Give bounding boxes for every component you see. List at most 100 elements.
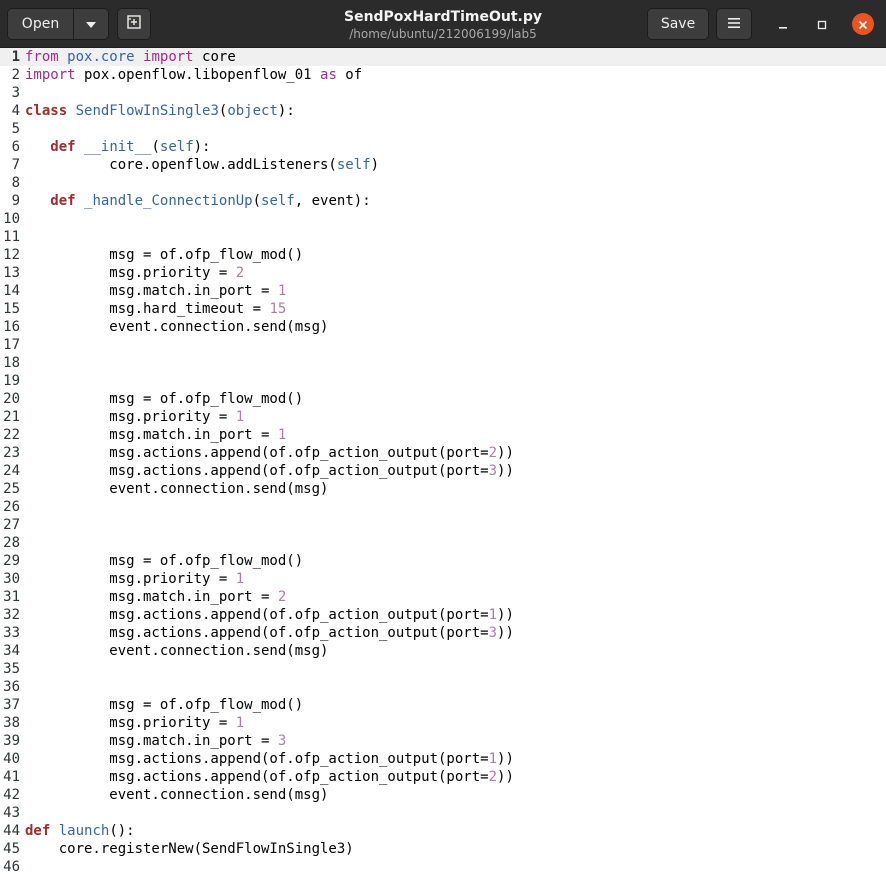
code-token: of (336, 67, 363, 83)
line-number: 7 (11, 157, 20, 173)
code-text: from pox.core import core (25, 48, 236, 66)
code-token: 1 (277, 427, 287, 443)
line-number: 6 (11, 139, 20, 155)
line-number: 16 (3, 319, 20, 335)
line-number: 20 (3, 391, 20, 407)
line-number: 39 (3, 733, 20, 749)
code-token: event.connection.send(msg) (25, 787, 329, 803)
code-text: msg.priority = 1 (25, 714, 244, 732)
line-number: 29 (3, 553, 20, 569)
code-token: msg = of.ofp_flow_mod() (25, 391, 304, 407)
code-text: event.connection.send(msg) (25, 480, 328, 498)
new-document-button[interactable] (117, 8, 151, 40)
line-number: 46 (3, 859, 20, 875)
open-button[interactable]: Open (7, 8, 74, 40)
code-text: msg.actions.append(of.ofp_action_output(… (25, 444, 514, 462)
code-text: msg.actions.append(of.ofp_action_output(… (25, 768, 514, 786)
save-button[interactable]: Save (647, 8, 709, 40)
menu-button[interactable] (716, 8, 752, 40)
code-token: pox.core (67, 49, 135, 65)
code-token: class (25, 103, 68, 119)
line-number: 31 (3, 589, 20, 605)
line-number: 10 (3, 211, 20, 227)
code-token: 1 (235, 409, 245, 425)
header-bar: Open SendPoxHardTimeOut.py /home/ubuntu/… (0, 0, 886, 48)
code-token: msg.match.in_port = (25, 427, 278, 443)
line-number: 12 (3, 247, 20, 263)
line-number: 4 (11, 103, 20, 119)
line-number: 40 (3, 751, 20, 767)
code-text: msg = of.ofp_flow_mod() (25, 246, 303, 264)
code-text: core.openflow.addListeners(self) (25, 156, 379, 174)
code-token: 1 (277, 283, 287, 299)
code-token: msg.priority = (25, 571, 236, 587)
code-text: msg.match.in_port = 1 (25, 426, 286, 444)
code-token: def (25, 823, 51, 839)
code-token: msg = of.ofp_flow_mod() (25, 697, 304, 713)
code-token: core (193, 49, 236, 65)
code-token: )) (497, 625, 514, 641)
code-token: msg.priority = (25, 715, 236, 731)
line-number: 33 (3, 625, 20, 641)
line-number: 28 (3, 535, 20, 551)
maximize-button[interactable] (812, 14, 832, 34)
code-text: core.registerNew(SendFlowInSingle3) (25, 840, 354, 858)
code-text: msg = of.ofp_flow_mod() (25, 390, 303, 408)
line-number: 22 (3, 427, 20, 443)
code-token: ): (277, 103, 295, 119)
code-token: object (227, 103, 278, 119)
line-number: 25 (3, 481, 20, 497)
code-token: event.connection.send(msg) (25, 319, 329, 335)
close-button[interactable] (852, 13, 874, 35)
line-number: 41 (3, 769, 20, 785)
line-number: 17 (3, 337, 20, 353)
code-token: msg.match.in_port = (25, 283, 278, 299)
new-tab-icon (127, 15, 141, 33)
code-editor[interactable]: 1 from pox.core import core 2 import pox.op… (0, 48, 886, 875)
code-token: )) (497, 751, 514, 767)
minimize-button[interactable] (773, 14, 793, 34)
open-dropdown-button[interactable] (73, 8, 109, 40)
line-number: 1 (11, 49, 20, 65)
code-token: msg.actions.append(of.ofp_action_output(… (25, 751, 489, 767)
close-icon (858, 15, 868, 34)
window-title: SendPoxHardTimeOut.py (343, 9, 543, 25)
save-button-label: Save (660, 16, 696, 32)
code-token: msg.match.in_port = (25, 589, 278, 605)
code-token: )) (497, 463, 514, 479)
line-number: 13 (3, 265, 20, 281)
code-token: (): (109, 823, 135, 839)
line-number: 26 (3, 499, 20, 515)
code-token: 1 (235, 715, 245, 731)
line-number: 44 (3, 823, 20, 839)
hamburger-menu-icon (728, 16, 740, 32)
line-number: 45 (3, 841, 20, 857)
code-token: msg.hard_timeout = (25, 301, 270, 317)
code-text: class SendFlowInSingle3(object): (25, 102, 295, 120)
code-token: 1 (488, 607, 498, 623)
line-number: 19 (3, 373, 20, 389)
code-text: msg.priority = 2 (25, 264, 244, 282)
code-token: __init__ (84, 139, 152, 155)
code-text: msg.match.in_port = 3 (25, 732, 286, 750)
code-token: msg.priority = (25, 265, 236, 281)
line-number: 11 (3, 229, 20, 245)
code-token: msg.priority = (25, 409, 236, 425)
code-text: msg.hard_timeout = 15 (25, 300, 286, 318)
code-token: as (320, 67, 337, 83)
code-token: event.connection.send(msg) (25, 643, 329, 659)
code-token: 2 (488, 769, 498, 785)
code-text: msg.actions.append(of.ofp_action_output(… (25, 462, 514, 480)
code-token: SendFlowInSingle3 (75, 103, 219, 119)
code-token: def (50, 139, 76, 155)
line-number: 37 (3, 697, 20, 713)
code-text: event.connection.send(msg) (25, 642, 328, 660)
code-token: msg.match.in_port = (25, 733, 278, 749)
code-token: self (159, 139, 194, 155)
code-token: pox.openflow.libopenflow_01 (75, 67, 321, 83)
